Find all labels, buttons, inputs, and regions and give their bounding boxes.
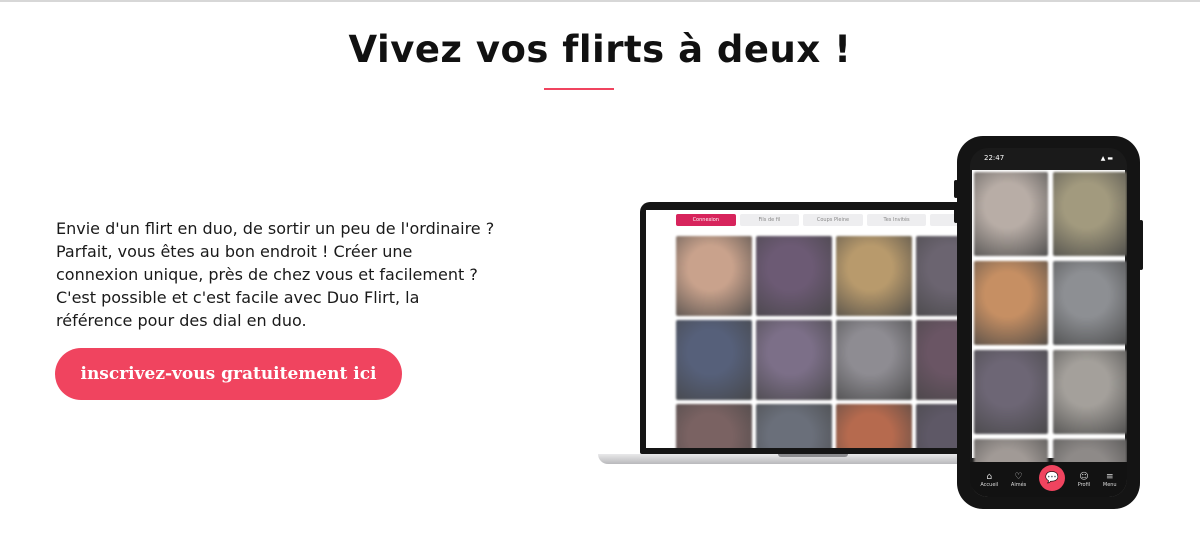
menu-icon: ≡ [1105,471,1114,482]
phone-profile-photo [1053,261,1127,345]
nav-item-menu: ≡ Menu [1103,472,1117,488]
nav-label: Menu [1102,481,1117,488]
phone-mockup: 22:47 ▲ ▬ ⌂ Accueil ♡ Aimés 💬 ☺ Profil ≡ Menu [957,136,1140,509]
laptop-screen: Connexion Fils de fil Coups Pleine Tes Invi… [640,202,996,454]
laptop-profile-photo [836,404,912,448]
intro-line: référence pour des dial en duo. [56,311,307,330]
phone-profile-photo [974,350,1048,434]
nav-label: Aimés [1010,481,1027,488]
page-title: Vivez vos flirts à deux ! [348,28,852,71]
nav-item-aimés: ♡ Aimés [1011,472,1026,488]
intro-line: connexion unique, près de chez vous et f… [56,265,478,284]
phone-bottom-nav: ⌂ Accueil ♡ Aimés 💬 ☺ Profil ≡ Menu [970,462,1127,497]
laptop-tab: Tes Invités [866,214,927,226]
home-icon: ⌂ [986,471,993,482]
nav-label: Profil [1077,481,1091,488]
phone-status-bar: 22:47 ▲ ▬ [970,148,1127,168]
phone-profile-photo [1053,350,1127,434]
laptop-profile-photo [676,320,752,400]
laptop-tab: Connexion [676,214,736,226]
phone-profile-photo [1053,172,1127,256]
intro-line: C'est possible et c'est facile avec Duo … [56,288,420,307]
phone-profile-photo [974,261,1048,345]
phone-screen: 22:47 ▲ ▬ ⌂ Accueil ♡ Aimés 💬 ☺ Profil ≡ Menu [970,148,1127,497]
phone-profile-photo [974,172,1048,256]
nav-item-accueil: ⌂ Accueil [980,472,998,488]
intro-line: Envie d'un flirt en duo, de sortir un pe… [56,219,495,238]
intro-line: Parfait, vous êtes au bon endroit ! Crée… [56,242,413,261]
laptop-photo-grid [676,236,990,448]
laptop-tab-bar: Connexion Fils de fil Coups Pleine Tes Invi… [646,214,990,228]
laptop-app-screen: Connexion Fils de fil Coups Pleine Tes Invi… [646,210,990,448]
nav-label: Accueil [980,481,999,488]
laptop-mockup: Connexion Fils de fil Coups Pleine Tes Invi… [598,200,998,470]
signup-button[interactable]: inscrivez-vous gratuitement ici [55,348,402,400]
laptop-notch [778,454,848,457]
laptop-profile-photo [756,236,832,316]
user-icon: ☺ [1079,471,1089,482]
status-time: 22:47 [984,154,1005,162]
laptop-tab: Fils de fil [739,214,800,226]
top-divider [0,0,1200,2]
laptop-tab: Coups Pleine [803,214,863,226]
title-underline [544,88,614,90]
nav-item-profil: ☺ Profil [1078,472,1090,488]
heart-icon: ♡ [1014,471,1023,482]
laptop-profile-photo [836,320,912,400]
phone-photo-grid [972,170,1127,497]
laptop-profile-photo [756,404,832,448]
laptop-profile-photo [836,236,912,316]
laptop-profile-photo [676,404,752,448]
chat-icon: 💬 [1038,464,1065,491]
status-icons: ▲ ▬ [1100,154,1113,162]
laptop-profile-photo [676,236,752,316]
laptop-profile-photo [756,320,832,400]
intro-text: Envie d'un flirt en duo, de sortir un pe… [56,217,496,332]
